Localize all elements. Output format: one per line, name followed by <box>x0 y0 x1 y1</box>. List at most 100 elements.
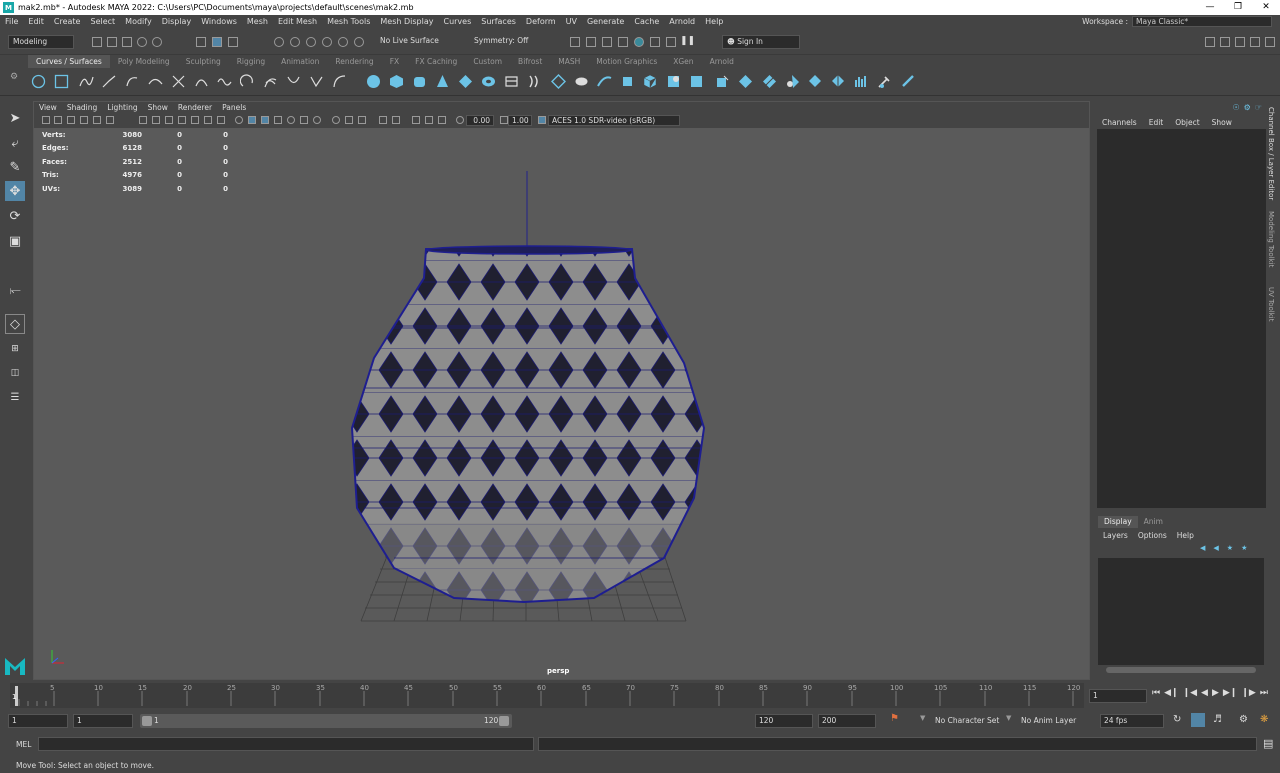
anim-layer-dropdown[interactable]: No Anim Layer <box>1021 716 1076 725</box>
smooth-shade-icon[interactable] <box>248 116 256 124</box>
camera-attributes-icon[interactable] <box>54 116 62 124</box>
anti-aliasing-icon[interactable] <box>345 116 353 124</box>
layer-list[interactable] <box>1098 558 1264 665</box>
insert-isoparms-icon[interactable] <box>854 74 869 89</box>
offset-curve-icon[interactable] <box>263 74 278 89</box>
vp-menu-shading[interactable]: Shading <box>62 102 102 114</box>
cb-menu-show[interactable]: Show <box>1206 118 1238 127</box>
play-forwards-icon[interactable]: ▶ <box>1212 688 1219 698</box>
cb-menu-channels[interactable]: Channels <box>1096 118 1143 127</box>
wireframe-icon[interactable] <box>235 116 243 124</box>
scale-tool-icon[interactable]: ▣ <box>5 231 25 251</box>
nurbs-circle-icon[interactable] <box>31 74 46 89</box>
cached-playback-icon[interactable] <box>1191 713 1205 727</box>
bezier-curve-icon[interactable] <box>125 74 140 89</box>
planar-icon[interactable] <box>551 74 566 89</box>
menu-deform[interactable]: Deform <box>521 15 561 29</box>
nurbs-sphere-icon[interactable] <box>366 74 381 89</box>
le-menu-layers[interactable]: Layers <box>1103 531 1128 540</box>
undo-icon[interactable] <box>137 37 147 47</box>
redo-icon[interactable] <box>152 37 162 47</box>
workspace-dropdown[interactable]: Maya Classic* <box>1132 16 1272 27</box>
shadows-icon[interactable] <box>300 116 308 124</box>
menu-generate[interactable]: Generate <box>582 15 629 29</box>
channel-box-pin-icon[interactable]: ☞ <box>1255 103 1262 112</box>
restore-button[interactable]: ❐ <box>1224 0 1252 15</box>
menu-select[interactable]: Select <box>85 15 120 29</box>
extrude-surface-icon[interactable] <box>643 74 658 89</box>
nurbs-cone-icon[interactable] <box>435 74 450 89</box>
untrim-icon[interactable] <box>785 74 800 89</box>
menu-create[interactable]: Create <box>49 15 86 29</box>
trim-tool-icon[interactable] <box>762 74 777 89</box>
new-scene-icon[interactable] <box>92 37 102 47</box>
shelf-tab-mash[interactable]: MASH <box>550 55 588 68</box>
viewport-3d[interactable]: Verts: 3080 0 0 Edges: 6128 0 0 Faces: 2512 0 0 T… <box>34 128 1089 679</box>
snap-curve-icon[interactable] <box>290 37 300 47</box>
intersect-surfaces-icon[interactable] <box>738 74 753 89</box>
le-menu-options[interactable]: Options <box>1138 531 1167 540</box>
menu-edit-mesh[interactable]: Edit Mesh <box>273 15 322 29</box>
vp-menu-renderer[interactable]: Renderer <box>173 102 217 114</box>
menu-display[interactable]: Display <box>157 15 197 29</box>
exposure-field[interactable]: 0.00 <box>466 115 494 126</box>
image-plane-icon[interactable] <box>80 116 88 124</box>
snap-grid-icon[interactable] <box>274 37 284 47</box>
color-management-icon[interactable] <box>538 116 546 124</box>
motion-blur-icon[interactable] <box>332 116 340 124</box>
film-gate-icon[interactable] <box>152 116 160 124</box>
menu-help[interactable]: Help <box>700 15 728 29</box>
menu-mesh[interactable]: Mesh <box>242 15 273 29</box>
mel-input[interactable] <box>38 737 534 751</box>
symmetry-dropdown[interactable]: Symmetry: Off <box>470 35 542 49</box>
twod-pan-zoom-icon[interactable] <box>93 116 101 124</box>
step-back-frame-icon[interactable]: ❙◀ <box>1183 688 1197 698</box>
paint-select-tool-icon[interactable]: ✎ <box>5 157 25 177</box>
outliner-layout-icon[interactable]: ☰ <box>5 387 25 407</box>
move-layer-up-icon[interactable]: ◀ <box>1200 544 1205 552</box>
close-button[interactable]: ✕ <box>1252 0 1280 15</box>
insert-knot-icon[interactable] <box>217 74 232 89</box>
snap-view-plane-icon[interactable] <box>322 37 332 47</box>
save-scene-icon[interactable] <box>122 37 132 47</box>
xray-joints-icon[interactable] <box>425 116 433 124</box>
channel-box-settings-icon[interactable]: ⚙ <box>1244 103 1251 112</box>
move-tool-icon[interactable]: ✥ <box>5 181 25 201</box>
grease-pencil-icon[interactable] <box>106 116 114 124</box>
grid-toggle-icon[interactable] <box>139 116 147 124</box>
hypershade-icon[interactable] <box>634 37 644 47</box>
shelf-tab-fx-caching[interactable]: FX Caching <box>407 55 465 68</box>
menu-file[interactable]: File <box>0 15 23 29</box>
resolution-gate-icon[interactable] <box>165 116 173 124</box>
cv-curve-icon[interactable] <box>79 74 94 89</box>
render-frame-icon[interactable] <box>586 37 596 47</box>
minimize-button[interactable]: — <box>1196 0 1224 15</box>
shelf-tab-animation[interactable]: Animation <box>273 55 327 68</box>
reverse-curve-icon[interactable] <box>286 74 301 89</box>
cb-menu-object[interactable]: Object <box>1169 118 1205 127</box>
playback-end-field[interactable]: 120 <box>755 714 813 728</box>
select-hierarchy-icon[interactable] <box>196 37 206 47</box>
step-forward-key-icon[interactable]: ❙▶ <box>1241 688 1255 698</box>
move-layer-down-icon[interactable]: ◀ <box>1213 544 1218 552</box>
select-tool-icon[interactable]: ➤ <box>5 108 25 128</box>
shelf-tab-xgen[interactable]: XGen <box>665 55 701 68</box>
live-surface-field[interactable]: No Live Surface <box>376 35 446 49</box>
menu-surfaces[interactable]: Surfaces <box>476 15 521 29</box>
screen-space-ao-icon[interactable] <box>313 116 321 124</box>
extend-curve-icon[interactable] <box>240 74 255 89</box>
new-layer-selected-icon[interactable]: ★ <box>1241 544 1247 552</box>
range-start-handle[interactable] <box>142 716 152 726</box>
step-back-key-icon[interactable]: ◀❙ <box>1164 688 1178 698</box>
new-empty-layer-icon[interactable]: ★ <box>1227 544 1233 552</box>
fit-bspline-icon[interactable] <box>332 74 347 89</box>
layer-scrollbar[interactable] <box>1106 667 1256 673</box>
menu-mesh-tools[interactable]: Mesh Tools <box>322 15 375 29</box>
tool-settings-icon[interactable] <box>1235 37 1245 47</box>
show-manipulator-icon[interactable]: ⥖ <box>5 280 25 300</box>
script-editor-icon[interactable]: ▤ <box>1263 737 1273 750</box>
gate-mask-icon[interactable] <box>178 116 186 124</box>
project-curve-icon[interactable] <box>715 74 730 89</box>
last-tool-icon[interactable]: ◇ <box>5 314 25 334</box>
textured-icon[interactable] <box>274 116 282 124</box>
